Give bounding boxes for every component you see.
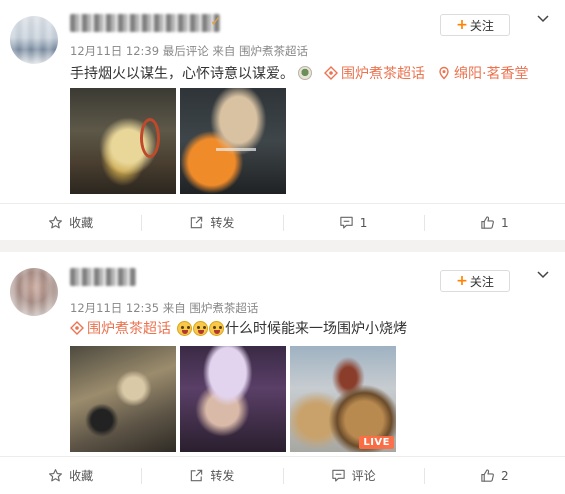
post-meta: 12月11日 12:39 最后评论 来自 围炉煮茶超话: [70, 44, 309, 58]
post-text-body: 手持烟火以谋生，心怀诗意以谋爱。: [70, 66, 294, 82]
like-button[interactable]: 1: [423, 204, 565, 241]
comment-count: 1: [359, 215, 368, 230]
star-icon: [49, 216, 63, 229]
comment-label: 评论: [351, 469, 376, 483]
post-card: + 关注 围炉煮茶超话 什么时候能来一场围炉小烧烤 LIVE 收藏 转发 评论 …: [0, 252, 565, 494]
follow-label: 关注: [469, 18, 494, 33]
post-image-live[interactable]: LIVE: [290, 346, 396, 452]
username-redacted[interactable]: [70, 14, 220, 32]
username-redacted[interactable]: [70, 268, 136, 286]
topic-link[interactable]: 围炉煮茶超话: [324, 63, 425, 83]
topic-label: 围炉煮茶超话: [341, 66, 425, 82]
favorite-label: 收藏: [69, 469, 94, 483]
comment-bubble-icon: [340, 216, 353, 229]
favorite-button[interactable]: 收藏: [0, 457, 141, 494]
action-bar: 收藏 转发 1 1: [0, 203, 565, 241]
post-text: 围炉煮茶超话 什么时候能来一场围炉小烧烤: [70, 318, 407, 338]
topic-label: 围炉煮茶超话: [87, 321, 171, 337]
live-badge: LIVE: [359, 436, 394, 449]
location-label: 绵阳·茗香堂: [454, 66, 529, 82]
star-icon: [49, 469, 63, 482]
comment-button[interactable]: 1: [282, 204, 424, 241]
thumbs-up-icon: [481, 469, 494, 482]
topic-hash-icon: [324, 66, 338, 80]
follow-button[interactable]: + 关注: [440, 14, 510, 36]
favorite-button[interactable]: 收藏: [0, 204, 141, 241]
like-button[interactable]: 2: [423, 457, 565, 494]
repost-label: 转发: [210, 216, 235, 230]
share-arrow-icon: [191, 469, 203, 482]
verified-badge-icon: ✓: [210, 14, 222, 30]
location-pin-icon: [439, 66, 449, 80]
follow-button[interactable]: + 关注: [440, 270, 510, 292]
post-text: 手持烟火以谋生，心怀诗意以谋爱。 围炉煮茶超话 绵阳·茗香堂: [70, 63, 528, 83]
post-text-body: 什么时候能来一场围炉小烧烤: [225, 321, 407, 337]
post-image[interactable]: [180, 346, 286, 452]
favorite-label: 收藏: [69, 216, 94, 230]
post-divider: [0, 240, 565, 252]
laugh-emoji-icon: [193, 320, 208, 336]
action-bar: 收藏 转发 评论 2: [0, 456, 565, 494]
comment-button[interactable]: 评论: [282, 457, 424, 494]
avatar[interactable]: [10, 268, 58, 316]
repost-button[interactable]: 转发: [141, 204, 282, 241]
chevron-down-icon[interactable]: [536, 12, 550, 26]
location-link[interactable]: 绵阳·茗香堂: [437, 63, 528, 83]
topic-link[interactable]: 围炉煮茶超话: [70, 318, 171, 338]
comment-bubble-icon: [331, 469, 345, 482]
post-meta: 12月11日 12:35 来自 围炉煮茶超话: [70, 301, 259, 315]
feed: ✓ 12月11日 12:39 最后评论 来自 围炉煮茶超话 + 关注 手持烟火以…: [0, 0, 565, 494]
thumbs-up-icon: [481, 216, 494, 229]
plus-icon: +: [456, 17, 468, 33]
like-count: 2: [501, 468, 509, 483]
avatar[interactable]: [10, 16, 58, 64]
like-count: 1: [501, 215, 509, 230]
tea-emoji-icon: [298, 66, 312, 80]
topic-hash-icon: [70, 321, 84, 335]
post-image[interactable]: [70, 346, 176, 452]
share-arrow-icon: [191, 216, 203, 229]
repost-button[interactable]: 转发: [141, 457, 282, 494]
chevron-down-icon[interactable]: [536, 268, 550, 282]
repost-label: 转发: [210, 469, 235, 483]
post-card: ✓ 12月11日 12:39 最后评论 来自 围炉煮茶超话 + 关注 手持烟火以…: [0, 0, 565, 240]
plus-icon: +: [456, 273, 468, 289]
laugh-emoji-icon: [177, 320, 192, 336]
post-image[interactable]: [180, 88, 286, 194]
laugh-emoji-icon: [209, 320, 224, 336]
follow-label: 关注: [469, 274, 494, 289]
post-image[interactable]: [70, 88, 176, 194]
